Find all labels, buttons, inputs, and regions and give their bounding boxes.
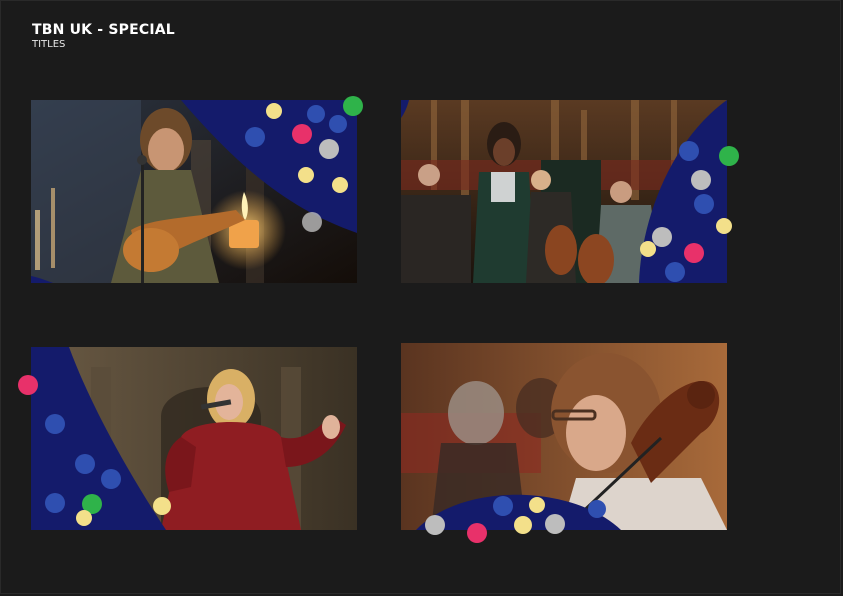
- title-frame-guitarist: [31, 100, 357, 283]
- singer-red-coat-photo: [31, 347, 357, 530]
- cellist-photo: [401, 343, 727, 530]
- singer-orchestra-photo: [401, 100, 727, 283]
- header: TBN UK - SPECIAL TITLES: [32, 22, 175, 51]
- page-title: TBN UK - SPECIAL: [32, 22, 175, 38]
- page-subtitle: TITLES: [32, 39, 66, 50]
- title-frame-singer-orchestra: [401, 100, 727, 283]
- title-frame-singer-red-coat: [31, 347, 357, 530]
- title-frame-cellist: [401, 343, 727, 530]
- guitarist-photo: [31, 100, 357, 283]
